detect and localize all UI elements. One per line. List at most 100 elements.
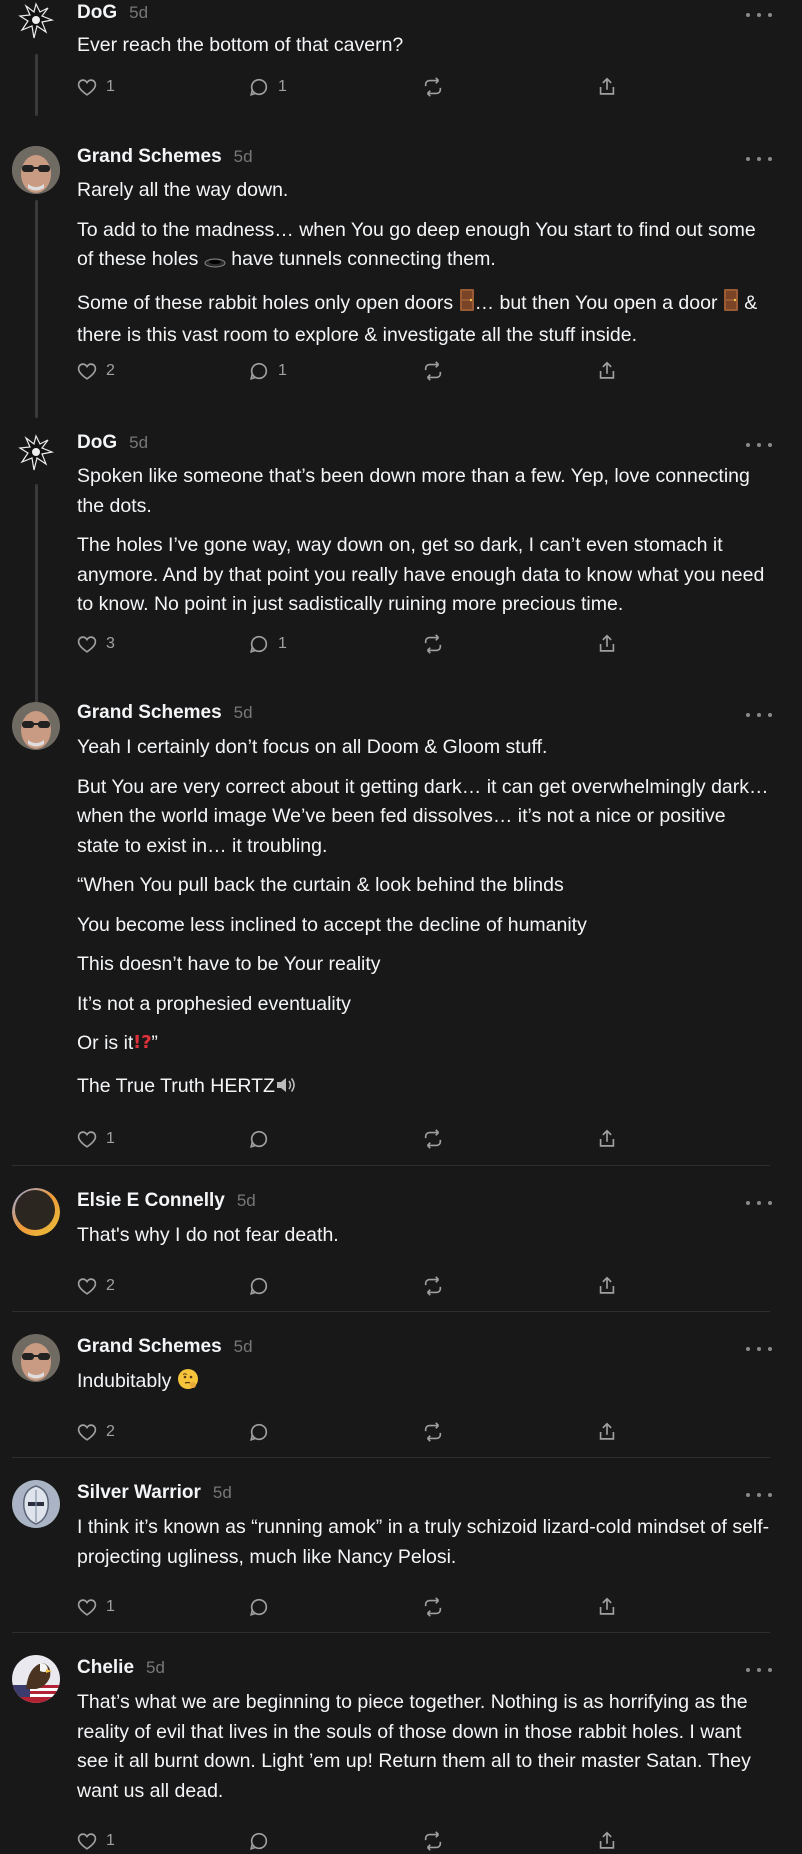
avatar[interactable] bbox=[12, 1188, 60, 1236]
more-icon bbox=[746, 1347, 750, 1351]
action-bar: 1 bbox=[76, 1594, 636, 1620]
timestamp: 5d bbox=[129, 3, 149, 22]
heart-icon bbox=[77, 636, 97, 653]
like-count: 1 bbox=[106, 78, 115, 95]
heart-icon bbox=[77, 1599, 97, 1616]
like-button[interactable]: 2 bbox=[76, 358, 115, 384]
post-text: The holes I’ve gone way, way down on, ge… bbox=[77, 534, 765, 615]
author-name[interactable]: Grand Schemes bbox=[77, 146, 222, 168]
author-name[interactable]: Grand Schemes bbox=[77, 702, 222, 724]
share-icon bbox=[599, 1276, 615, 1294]
post-header: Silver Warrior 5d bbox=[77, 1482, 232, 1512]
reply-count: 1 bbox=[278, 635, 287, 652]
reply-button[interactable]: 1 bbox=[248, 74, 287, 100]
like-button[interactable]: 3 bbox=[76, 631, 115, 657]
reply-button[interactable]: 1 bbox=[248, 631, 287, 657]
avatar[interactable] bbox=[12, 146, 60, 194]
reply-button[interactable] bbox=[248, 1419, 270, 1445]
post-text: You become less inclined to accept the d… bbox=[77, 913, 587, 936]
divider bbox=[12, 1457, 770, 1458]
hole-emoji-icon bbox=[204, 248, 226, 278]
like-button[interactable]: 1 bbox=[76, 1594, 115, 1620]
comment-icon bbox=[250, 1277, 268, 1296]
repost-button[interactable] bbox=[422, 1126, 444, 1152]
share-button[interactable] bbox=[596, 74, 618, 100]
author-name[interactable]: DoG bbox=[77, 2, 117, 24]
repost-button[interactable] bbox=[422, 358, 444, 384]
more-options-button[interactable] bbox=[746, 1663, 772, 1677]
repost-icon bbox=[424, 361, 442, 381]
post-header: Grand Schemes 5d bbox=[77, 146, 253, 176]
more-options-button[interactable] bbox=[746, 708, 772, 722]
heart-icon bbox=[77, 79, 97, 96]
reply-button[interactable]: 1 bbox=[248, 358, 287, 384]
avatar[interactable] bbox=[12, 430, 60, 478]
post-text: That's why I do not fear death. bbox=[77, 1224, 339, 1246]
post-text: Indubitably bbox=[77, 1367, 772, 1400]
reply-button[interactable] bbox=[248, 1126, 270, 1152]
author-name[interactable]: Grand Schemes bbox=[77, 1336, 222, 1358]
repost-button[interactable] bbox=[422, 631, 444, 657]
comment-icon bbox=[250, 362, 268, 381]
share-button[interactable] bbox=[596, 1126, 618, 1152]
like-button[interactable]: 2 bbox=[76, 1273, 115, 1299]
author-name[interactable]: Chelie bbox=[77, 1657, 134, 1679]
like-button[interactable]: 1 bbox=[76, 1126, 115, 1152]
share-icon bbox=[599, 634, 615, 652]
repost-button[interactable] bbox=[422, 74, 444, 100]
timestamp: 5d bbox=[146, 1658, 165, 1677]
share-button[interactable] bbox=[596, 631, 618, 657]
heart-icon bbox=[77, 363, 97, 380]
comment-icon bbox=[250, 1423, 268, 1442]
like-count: 2 bbox=[106, 1423, 115, 1440]
reply-button[interactable] bbox=[248, 1273, 270, 1299]
like-button[interactable]: 2 bbox=[76, 1419, 115, 1445]
share-button[interactable] bbox=[596, 358, 618, 384]
more-options-button[interactable] bbox=[746, 152, 772, 166]
comment-icon bbox=[250, 1598, 268, 1617]
repost-button[interactable] bbox=[422, 1594, 444, 1620]
post-header: Grand Schemes 5d bbox=[77, 702, 253, 732]
reply-button[interactable] bbox=[248, 1594, 270, 1620]
more-options-button[interactable] bbox=[746, 438, 772, 452]
post-text: Or is it!?” bbox=[77, 1029, 772, 1062]
post-text: Some of these rabbit holes only open doo… bbox=[77, 288, 772, 351]
share-button[interactable] bbox=[596, 1828, 618, 1854]
share-button[interactable] bbox=[596, 1419, 618, 1445]
avatar[interactable] bbox=[12, 702, 60, 750]
more-icon bbox=[746, 1201, 750, 1205]
share-button[interactable] bbox=[596, 1273, 618, 1299]
like-count: 1 bbox=[106, 1130, 115, 1147]
avatar[interactable] bbox=[12, 0, 60, 46]
repost-button[interactable] bbox=[422, 1828, 444, 1854]
more-options-button[interactable] bbox=[746, 1342, 772, 1356]
author-name[interactable]: DoG bbox=[77, 432, 117, 454]
repost-button[interactable] bbox=[422, 1273, 444, 1299]
action-bar: 1 bbox=[76, 1126, 636, 1152]
reply-button[interactable] bbox=[248, 1828, 270, 1854]
share-button[interactable] bbox=[596, 1594, 618, 1620]
avatar[interactable] bbox=[12, 1480, 60, 1528]
avatar[interactable] bbox=[12, 1334, 60, 1382]
repost-button[interactable] bbox=[422, 1419, 444, 1445]
exclamation-question-icon: !? bbox=[133, 1030, 152, 1062]
share-icon bbox=[599, 1597, 615, 1615]
more-icon bbox=[746, 13, 750, 17]
post-body: Ever reach the bottom of that cavern? bbox=[77, 31, 772, 71]
post-body: Spoken like someone that’s been down mor… bbox=[77, 462, 772, 630]
more-options-button[interactable] bbox=[746, 1196, 772, 1210]
more-options-button[interactable] bbox=[746, 1488, 772, 1502]
author-name[interactable]: Elsie E Connelly bbox=[77, 1190, 225, 1212]
avatar[interactable] bbox=[12, 1655, 60, 1703]
more-icon bbox=[746, 1668, 750, 1672]
divider bbox=[12, 1311, 770, 1312]
svg-text:!?: !? bbox=[133, 1032, 151, 1052]
post-body: I think it’s known as “running amok” in … bbox=[77, 1513, 772, 1582]
like-button[interactable]: 1 bbox=[76, 1828, 115, 1854]
like-count: 2 bbox=[106, 1277, 115, 1294]
post-text: To add to the madness… when You go deep … bbox=[77, 216, 772, 278]
like-button[interactable]: 1 bbox=[76, 74, 115, 100]
author-name[interactable]: Silver Warrior bbox=[77, 1482, 201, 1504]
more-options-button[interactable] bbox=[746, 8, 772, 22]
heart-icon bbox=[77, 1278, 97, 1295]
